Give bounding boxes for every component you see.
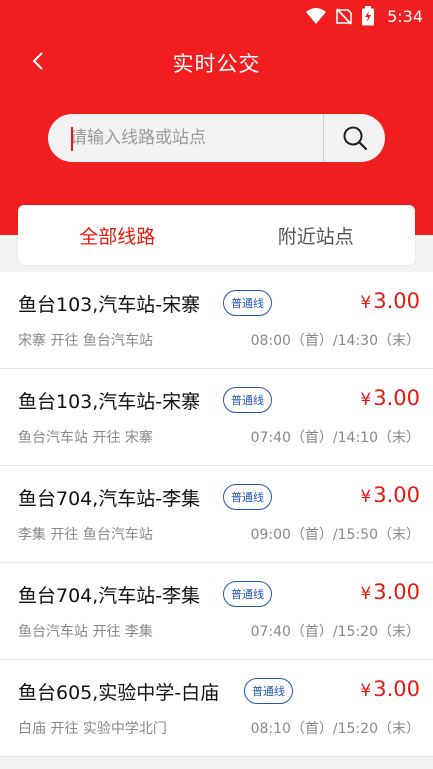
route-list-item[interactable]: 鱼台704,汽车站-李集 普通线 ¥3.00 鱼台汽车站 开往 李集 07:40…: [0, 563, 433, 660]
status-time: 5:34: [387, 6, 423, 26]
wifi-icon: [306, 8, 327, 24]
route-direction: 李集 开往 鱼台汽车站: [18, 527, 153, 543]
currency-symbol: ¥: [360, 390, 372, 410]
route-price: ¥3.00: [360, 386, 420, 410]
route-name: 鱼台704,汽车站-李集: [18, 488, 201, 510]
tab-all-routes[interactable]: 全部线路: [18, 205, 217, 265]
price-value: 3.00: [373, 483, 420, 507]
currency-symbol: ¥: [360, 487, 372, 507]
search-box: [48, 114, 385, 162]
title-bar: 实时公交: [0, 40, 433, 82]
route-price: ¥3.00: [360, 580, 420, 604]
price-value: 3.00: [373, 580, 420, 604]
search-icon: [343, 126, 367, 151]
route-times: 08:10（首）/15:20（末）: [250, 721, 420, 737]
route-times: 09:00（首）/15:50（末）: [250, 527, 420, 543]
route-name: 鱼台103,汽车站-宋寨: [18, 294, 201, 316]
route-direction: 鱼台汽车站 开往 宋寨: [18, 430, 153, 446]
tab-nearby-stops[interactable]: 附近站点: [217, 205, 416, 265]
battery-charging-icon: [362, 6, 375, 26]
route-price: ¥3.00: [360, 483, 420, 507]
route-times: 07:40（首）/14:10（末）: [250, 430, 420, 446]
search-input[interactable]: [70, 114, 350, 162]
route-list-item[interactable]: 鱼台605,实验中学-白庙 普通线 ¥3.00 白庙 开往 实验中学北门 08:…: [0, 660, 433, 757]
route-type-badge: 普通线: [223, 387, 272, 413]
route-direction: 鱼台汽车站 开往 李集: [18, 624, 153, 640]
route-type-badge: 普通线: [223, 581, 272, 607]
route-type-badge: 普通线: [223, 484, 272, 510]
route-type-badge: 普通线: [244, 678, 293, 704]
route-list-item[interactable]: 鱼台704,汽车站-李集 普通线 ¥3.00 李集 开往 鱼台汽车站 09:00…: [0, 466, 433, 563]
route-price: ¥3.00: [360, 289, 420, 313]
route-times: 08:00（首）/14:30（末）: [250, 333, 420, 349]
currency-symbol: ¥: [360, 584, 372, 604]
tab-bar: 全部线路 附近站点: [18, 205, 415, 265]
page-title: 实时公交: [172, 52, 261, 76]
route-price: ¥3.00: [360, 677, 420, 701]
route-list: 鱼台103,汽车站-宋寨 普通线 ¥3.00 宋寨 开往 鱼台汽车站 08:00…: [0, 272, 433, 757]
price-value: 3.00: [373, 386, 420, 410]
route-name: 鱼台704,汽车站-李集: [18, 585, 201, 607]
route-direction: 白庙 开往 实验中学北门: [18, 721, 167, 737]
status-bar: 5:34: [305, 0, 423, 32]
currency-symbol: ¥: [360, 293, 372, 313]
route-name: 鱼台103,汽车站-宋寨: [18, 391, 201, 413]
search-button[interactable]: [323, 114, 385, 162]
header-background: 5:34 实时公交: [0, 0, 433, 235]
route-type-badge: 普通线: [223, 290, 272, 316]
currency-symbol: ¥: [360, 681, 372, 701]
route-list-item[interactable]: 鱼台103,汽车站-宋寨 普通线 ¥3.00 鱼台汽车站 开往 宋寨 07:40…: [0, 369, 433, 466]
no-signal-icon: [336, 8, 352, 25]
route-name: 鱼台605,实验中学-白庙: [18, 682, 220, 704]
price-value: 3.00: [373, 677, 420, 701]
price-value: 3.00: [373, 289, 420, 313]
route-direction: 宋寨 开往 鱼台汽车站: [18, 333, 153, 349]
route-times: 07:40（首）/15:20（末）: [250, 624, 420, 640]
route-list-item[interactable]: 鱼台103,汽车站-宋寨 普通线 ¥3.00 宋寨 开往 鱼台汽车站 08:00…: [0, 272, 433, 369]
text-caret: [71, 127, 73, 151]
